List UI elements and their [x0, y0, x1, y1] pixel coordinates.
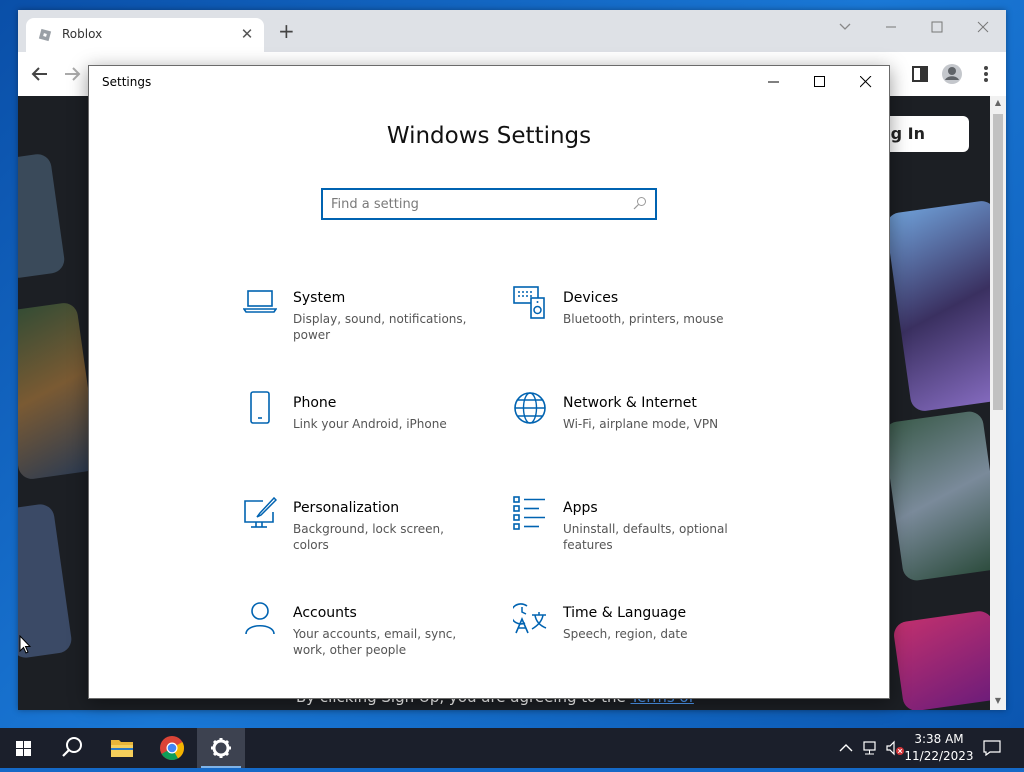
- settings-close-button[interactable]: [843, 66, 889, 98]
- item-description: Bluetooth, printers, mouse: [563, 312, 724, 326]
- settings-item-time-language[interactable]: Time & Language Speech, region, date: [513, 601, 758, 671]
- scroll-up-icon[interactable]: ▲: [990, 98, 1006, 112]
- new-tab-button[interactable]: +: [278, 21, 295, 41]
- browser-close-icon[interactable]: [968, 19, 998, 35]
- item-title: Devices: [563, 290, 619, 306]
- start-button[interactable]: [0, 728, 48, 768]
- system-clock[interactable]: 3:38 AM 11/22/2023: [902, 731, 976, 765]
- taskbar-file-explorer[interactable]: [98, 728, 146, 768]
- person-icon: [245, 602, 275, 635]
- search-input[interactable]: [331, 193, 621, 215]
- windows-logo-icon: [16, 741, 31, 756]
- minimize-icon: [768, 81, 779, 83]
- item-description: Wi-Fi, airplane mode, VPN: [563, 417, 719, 431]
- clock-date: 11/22/2023: [904, 749, 974, 763]
- item-title: Accounts: [293, 605, 357, 621]
- item-title: System: [293, 290, 346, 306]
- item-description: Background, lock screen, colors: [293, 522, 444, 552]
- background-tile: [18, 152, 67, 280]
- network-icon[interactable]: [862, 740, 880, 756]
- gear-icon: [211, 738, 231, 758]
- settings-item-network[interactable]: Network & Internet Wi-Fi, airplane mode,…: [513, 391, 758, 461]
- tab-title: Roblox: [62, 27, 103, 41]
- close-icon: [860, 76, 872, 88]
- roblox-favicon-icon: [38, 28, 52, 42]
- apps-list-icon: [513, 496, 545, 530]
- browser-minimize-icon[interactable]: [876, 19, 906, 35]
- taskbar-chrome[interactable]: [148, 728, 196, 768]
- forward-arrow-icon[interactable]: [60, 62, 84, 86]
- item-title: Network & Internet: [563, 395, 697, 411]
- clock-time: 3:38 AM: [914, 732, 964, 746]
- settings-item-devices[interactable]: Devices Bluetooth, printers, mouse: [513, 286, 758, 356]
- taskbar: 3:38 AM 11/22/2023: [0, 728, 1024, 768]
- page-title: Windows Settings: [386, 123, 592, 149]
- item-description: Display, sound, notifications, power: [293, 312, 467, 342]
- page-scrollbar[interactable]: ▲ ▼: [990, 96, 1006, 710]
- settings-maximize-button[interactable]: [797, 66, 843, 98]
- devices-icon: [513, 286, 545, 319]
- item-description: Link your Android, iPhone: [293, 417, 447, 431]
- settings-search-box[interactable]: [321, 188, 657, 220]
- settings-item-personalization[interactable]: Personalization Background, lock screen,…: [243, 496, 488, 566]
- settings-window: Settings Windows Settings System Display…: [88, 65, 890, 699]
- maximize-icon: [814, 76, 825, 87]
- scroll-down-icon[interactable]: ▼: [990, 696, 1006, 710]
- browser-maximize-icon[interactable]: [922, 19, 952, 35]
- item-title: Personalization: [293, 500, 400, 516]
- chrome-icon: [160, 736, 185, 761]
- chevron-up-icon[interactable]: [838, 740, 854, 756]
- settings-item-phone[interactable]: Phone Link your Android, iPhone: [243, 391, 488, 461]
- mouse-cursor-icon: [19, 635, 31, 654]
- side-panel-icon[interactable]: [908, 62, 932, 86]
- settings-item-apps[interactable]: Apps Uninstall, defaults, optional featu…: [513, 496, 758, 566]
- browser-tab[interactable]: Roblox ✕: [26, 18, 264, 52]
- taskbar-settings[interactable]: [197, 728, 245, 768]
- laptop-icon: [243, 290, 277, 313]
- browser-tab-bar: Roblox ✕ +: [18, 10, 1006, 52]
- item-description: Your accounts, email, sync, work, other …: [293, 627, 457, 657]
- tab-search-icon[interactable]: [830, 19, 860, 35]
- settings-item-accounts[interactable]: Accounts Your accounts, email, sync, wor…: [243, 601, 488, 671]
- item-description: Speech, region, date: [563, 627, 688, 641]
- search-icon: [62, 737, 82, 757]
- tab-close-icon[interactable]: ✕: [240, 25, 254, 43]
- back-arrow-icon[interactable]: [28, 62, 52, 86]
- item-title: Apps: [563, 500, 598, 516]
- taskbar-search-button[interactable]: [48, 728, 96, 768]
- search-icon: [633, 197, 646, 210]
- paint-icon: [244, 496, 277, 528]
- background-tile: [892, 609, 990, 710]
- settings-item-system[interactable]: System Display, sound, notifications, po…: [243, 286, 488, 356]
- menu-kebab-icon[interactable]: [974, 62, 998, 86]
- background-tile: [882, 409, 990, 583]
- item-title: Time & Language: [563, 605, 687, 621]
- item-title: Phone: [293, 395, 337, 411]
- time-language-icon: [513, 603, 547, 634]
- phone-icon: [250, 391, 270, 424]
- notification-center-icon[interactable]: [983, 740, 1001, 756]
- profile-avatar-icon[interactable]: [940, 62, 964, 86]
- settings-window-title: Settings: [102, 75, 152, 89]
- scroll-thumb[interactable]: [993, 114, 1003, 410]
- folder-icon: [111, 740, 133, 757]
- settings-minimize-button[interactable]: [751, 66, 797, 98]
- background-tile: [884, 199, 990, 413]
- item-description: Uninstall, defaults, optional features: [563, 522, 728, 552]
- globe-icon: [514, 392, 546, 424]
